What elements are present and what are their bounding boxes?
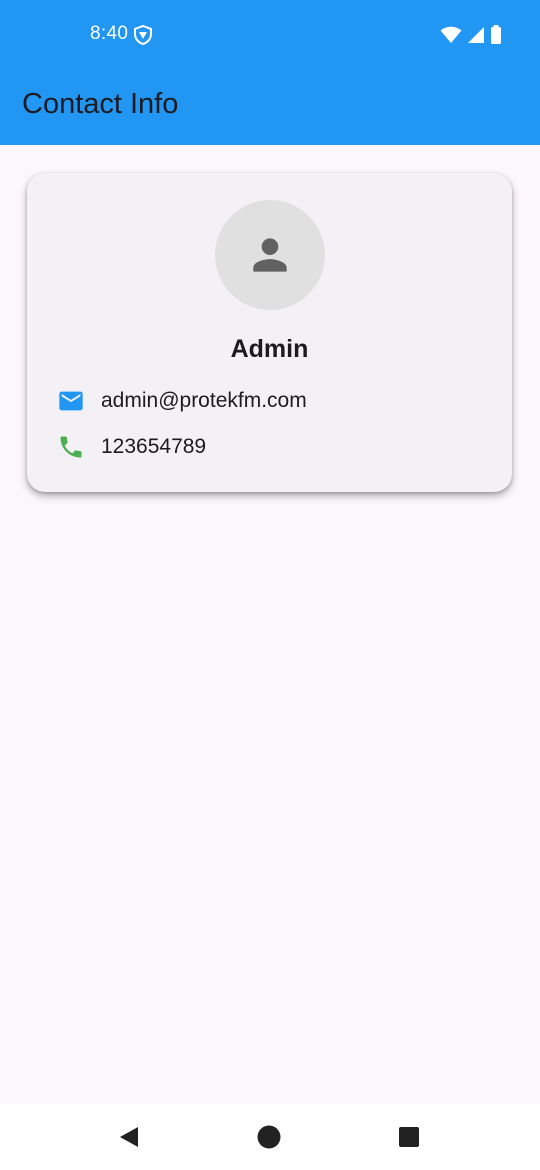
status-icons [440,25,502,50]
vpn-shield-icon [133,24,153,46]
phone-row[interactable]: 123654789 [57,431,206,463]
system-nav-bar [0,1104,540,1170]
recents-icon[interactable] [396,1124,422,1150]
person-icon [253,238,287,272]
phone-icon [57,433,85,461]
back-icon[interactable] [116,1124,142,1150]
email-row[interactable]: admin@protekfm.com [57,385,307,417]
page-title: Contact Info [22,88,179,120]
home-icon[interactable] [256,1124,282,1150]
status-bar: 8:40 [0,0,540,70]
wifi-icon [440,26,462,49]
phone-value: 123654789 [101,435,207,458]
email-icon [57,387,85,415]
battery-icon [490,25,502,50]
avatar [215,200,325,310]
contact-name: Admin [230,335,309,363]
app-bar: Contact Info [0,70,540,145]
cellular-signal-icon [467,26,485,49]
contact-card: Admin admin@protekfm.com 123654789 [27,173,512,492]
email-value: admin@protekfm.com [101,389,307,412]
status-time: 8:40 [90,23,129,44]
